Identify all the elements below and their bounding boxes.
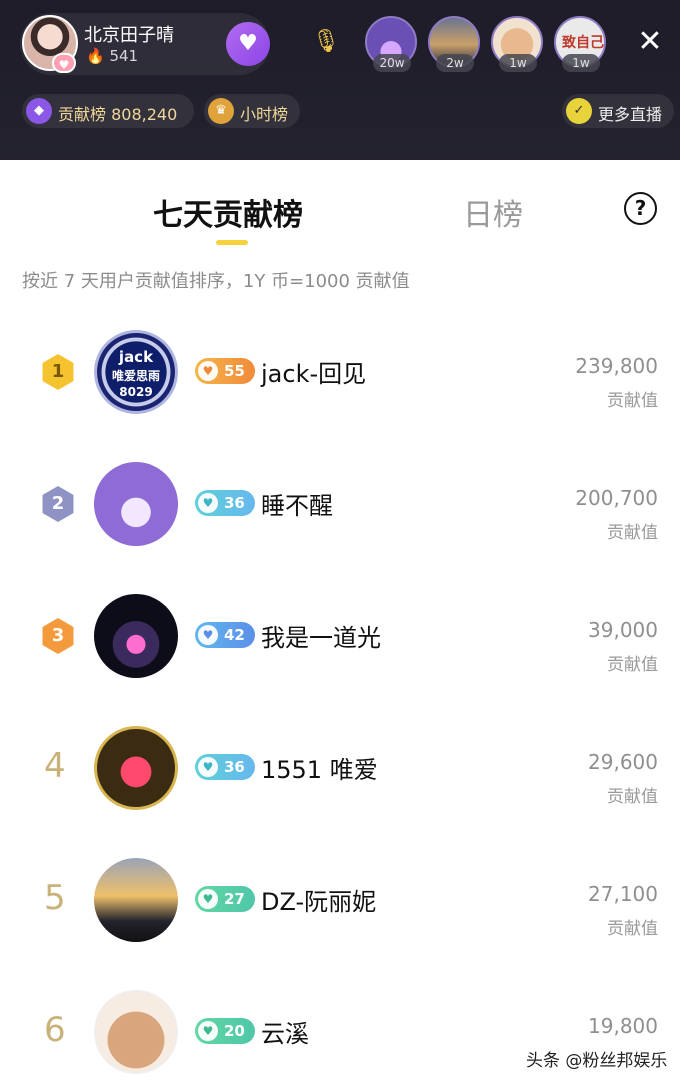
user-avatar[interactable] [94,462,178,546]
score-unit-label: 贡献值 [607,655,658,675]
ranking-row[interactable]: 2 ♥ 36 睡不醒 200,700 贡献值 [0,462,680,582]
user-name: 我是一道光 [261,624,381,652]
heart-icon: ♥ [52,53,76,73]
score-unit-label: 贡献值 [607,919,658,939]
anchor-fans-count: 541 [109,47,139,65]
ranking-row[interactable]: 5 ♥ 27 DZ-阮丽妮 27,100 贡献值 [0,858,680,978]
ranking-panel: 七天贡献榜 日榜 ? 按近 7 天用户贡献值排序，1Y 币=1000 贡献值 1… [0,160,680,1083]
rank-badge-gold: 1 [42,354,74,390]
user-level-badge: ♥ 55 [195,358,255,384]
avatar-text: 8029 [119,385,153,399]
more-live-label: 更多直播 [598,105,663,124]
tab-seven-day[interactable]: 七天贡献榜 [153,190,303,234]
user-name: jack-回见 [261,360,367,388]
hourly-rank-button[interactable]: ♛ 小时榜 [204,94,300,128]
user-avatar[interactable]: jack 唯爱思雨 8029 [94,330,178,414]
viewer-avatar[interactable]: 2w [428,16,480,72]
user-name: 1551 唯爱 [261,756,378,784]
active-tab-indicator [216,240,248,245]
user-level: 27 [224,890,245,908]
user-level: 20 [224,1022,245,1040]
user-score: 29,600 [588,750,658,774]
watermark: 头条 @粉丝邦娱乐 [526,1051,668,1071]
score-unit-label: 贡献值 [607,391,658,411]
anchor-name: 北京田子晴 [84,25,174,46]
contribution-rank-button[interactable]: ◆ 贡献榜 808,240 [22,94,194,128]
user-score: 239,800 [575,354,658,378]
level-shield-icon: ♥ [198,889,218,909]
viewer-badge: 2w [436,54,474,72]
rank-badge-silver: 2 [42,486,74,522]
live-header: ♥ 北京田子晴 🔥 541 ♥ 🎙 20w 2w 1w 致自己 1w ✕ ◆ 贡… [0,0,680,160]
user-name: DZ-阮丽妮 [261,888,377,916]
rank-number: 6 [44,1010,66,1050]
viewer-badge: 1w [562,54,600,72]
level-shield-icon: ♥ [198,625,218,645]
rank-number: 5 [44,878,66,918]
user-level-badge: ♥ 20 [195,1018,255,1044]
contribution-rank-label: 贡献榜 808,240 [58,105,178,124]
user-level-badge: ♥ 42 [195,622,255,648]
avatar-text: 唯爱思雨 [111,369,160,383]
user-score: 39,000 [588,618,658,642]
level-shield-icon: ♥ [198,493,218,513]
anchor-fans: 🔥 541 [86,47,139,65]
anchor-info[interactable]: ♥ 北京田子晴 🔥 541 ♥ [20,13,270,75]
level-shield-icon: ♥ [198,757,218,777]
user-avatar[interactable] [94,594,178,678]
user-name: 睡不醒 [261,492,333,520]
more-live-button[interactable]: ✓ 更多直播 [562,94,674,128]
user-level: 42 [224,626,245,644]
ranking-description: 按近 7 天用户贡献值排序，1Y 币=1000 贡献值 [22,271,410,292]
user-score: 19,800 [588,1014,658,1038]
user-avatar[interactable] [94,858,178,942]
rank-number: 4 [44,746,66,786]
user-score: 200,700 [575,486,658,510]
user-level-badge: ♥ 36 [195,490,255,516]
user-level: 55 [224,362,245,380]
ranking-row[interactable]: 1 jack 唯爱思雨 8029 ♥ 55 jack-回见 239,800 贡献… [0,330,680,450]
user-level-badge: ♥ 36 [195,754,255,780]
user-score: 27,100 [588,882,658,906]
crown-icon: ♛ [208,98,234,124]
viewer-avatar[interactable]: 20w [365,16,417,72]
user-level: 36 [224,494,245,512]
mic-link-icon[interactable]: 🎙 [304,22,348,62]
level-shield-icon: ♥ [198,1021,218,1041]
ranking-row[interactable]: 3 ♥ 42 我是一道光 39,000 贡献值 [0,594,680,714]
viewer-badge: 1w [499,54,537,72]
viewer-avatar-text: 致自己 [562,35,604,51]
user-name: 云溪 [261,1020,309,1048]
follow-button[interactable]: ♥ [226,22,270,66]
viewer-badge: 20w [373,54,411,72]
check-icon: ✓ [566,98,592,124]
user-level-badge: ♥ 27 [195,886,255,912]
viewer-avatar[interactable]: 1w [491,16,543,72]
user-avatar[interactable] [94,990,178,1074]
rank-badge-bronze: 3 [42,618,74,654]
avatar-text: jack [118,348,154,366]
viewer-avatar[interactable]: 致自己 1w [554,16,606,72]
user-level: 36 [224,758,245,776]
hourly-rank-label: 小时榜 [240,105,289,124]
tab-daily[interactable]: 日榜 [463,190,523,234]
help-icon[interactable]: ? [624,192,657,225]
close-icon[interactable]: ✕ [630,22,670,62]
ranking-row[interactable]: 4 ♥ 36 1551 唯爱 29,600 贡献值 [0,726,680,846]
score-unit-label: 贡献值 [607,787,658,807]
user-avatar[interactable] [94,726,178,810]
level-shield-icon: ♥ [198,361,218,381]
score-unit-label: 贡献值 [607,523,658,543]
gem-icon: ◆ [26,98,52,124]
